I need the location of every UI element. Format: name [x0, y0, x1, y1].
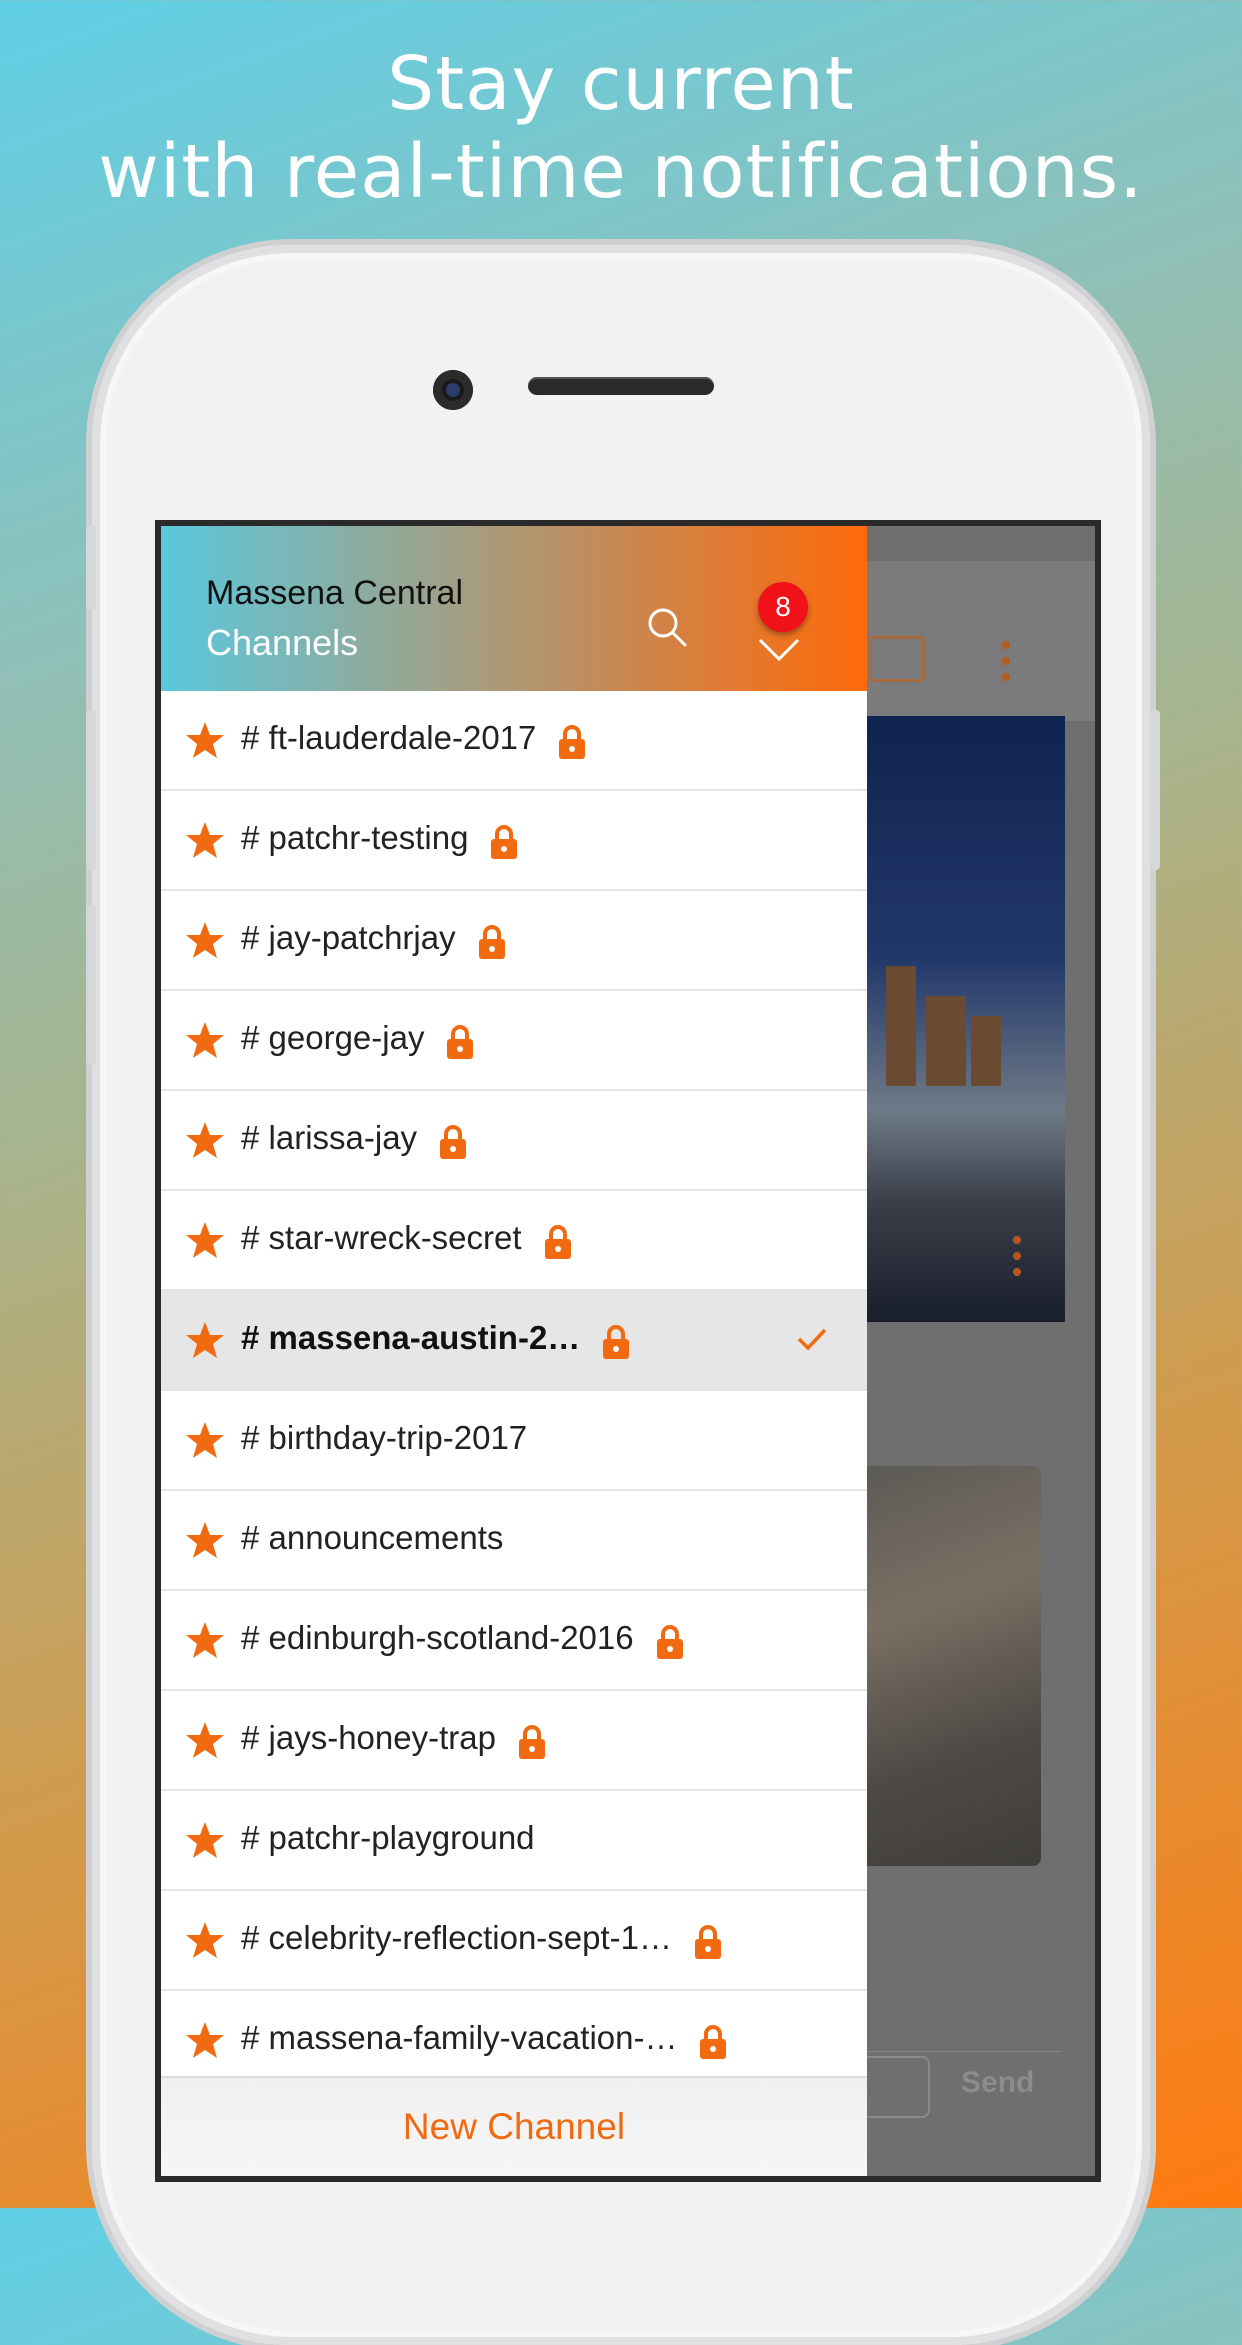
volume-up-button — [86, 710, 96, 870]
mute-switch — [86, 525, 96, 610]
channel-row[interactable]: # star-wreck-secret — [161, 1191, 867, 1291]
star-icon[interactable] — [185, 1420, 225, 1460]
channel-name: # patchr-testing — [241, 819, 469, 856]
photo-options-icon — [1013, 1236, 1021, 1284]
channel-list: # ft-lauderdale-2017 # patchr-testing # ja… — [161, 691, 867, 2066]
channel-row[interactable]: # patchr-testing — [161, 791, 867, 891]
channel-row[interactable]: # celebrity-reflection-sept-1… — [161, 1891, 867, 1991]
chevron-down-icon[interactable] — [758, 638, 800, 662]
volume-down-button — [86, 905, 96, 1065]
lock-icon — [440, 1125, 467, 1159]
star-icon[interactable] — [185, 1520, 225, 1560]
lock-icon — [447, 1025, 474, 1059]
phone-screen: Send Massena Central Channels 8 # ft-lau… — [155, 520, 1101, 2182]
channel-name: # edinburgh-scotland-2016 — [241, 1619, 634, 1656]
star-icon[interactable] — [185, 1220, 225, 1260]
channel-row[interactable]: # birthday-trip-2017 — [161, 1391, 867, 1491]
earpiece-speaker — [528, 377, 714, 395]
star-icon[interactable] — [185, 720, 225, 760]
channel-name: # massena-austin-2… — [241, 1319, 581, 1356]
headline: Stay current with real-time notification… — [0, 40, 1242, 216]
background-photo-person — [861, 1466, 1041, 1866]
channel-name: # celebrity-reflection-sept-1… — [241, 1919, 672, 1956]
search-icon[interactable] — [646, 606, 688, 648]
headline-line-1: Stay current — [387, 41, 855, 127]
channel-name: # star-wreck-secret — [241, 1219, 522, 1256]
star-icon[interactable] — [185, 1320, 225, 1360]
lock-icon — [603, 1325, 630, 1359]
star-icon[interactable] — [185, 1620, 225, 1660]
front-camera — [433, 370, 473, 410]
channel-row[interactable]: # massena-family-vacation-… — [161, 1991, 867, 2066]
gallery-icon — [869, 636, 925, 682]
star-icon[interactable] — [185, 1820, 225, 1860]
star-icon[interactable] — [185, 820, 225, 860]
channel-row[interactable]: # larissa-jay — [161, 1091, 867, 1191]
channel-row[interactable]: # massena-austin-2… — [161, 1291, 867, 1391]
star-icon[interactable] — [185, 2020, 225, 2060]
channel-name: # birthday-trip-2017 — [241, 1419, 528, 1456]
background-photo-city — [861, 716, 1065, 1322]
star-icon[interactable] — [185, 1020, 225, 1060]
lock-icon — [559, 725, 586, 759]
lock-icon — [694, 1925, 721, 1959]
star-icon[interactable] — [185, 1720, 225, 1760]
lock-icon — [544, 1225, 571, 1259]
notification-badge: 8 — [758, 582, 808, 632]
channel-name: # jays-honey-trap — [241, 1719, 496, 1756]
lock-icon — [491, 825, 518, 859]
channel-name: # george-jay — [241, 1019, 425, 1056]
more-options-icon — [1002, 641, 1010, 689]
star-icon[interactable] — [185, 1920, 225, 1960]
channel-name: # announcements — [241, 1519, 504, 1556]
channel-row[interactable]: # announcements — [161, 1491, 867, 1591]
channel-row[interactable]: # jay-patchrjay — [161, 891, 867, 991]
channel-row[interactable]: # patchr-playground — [161, 1791, 867, 1891]
team-name[interactable]: Massena Central — [206, 574, 463, 613]
drawer-header: Massena Central Channels 8 — [161, 526, 867, 691]
lock-icon — [478, 925, 505, 959]
channel-name: # patchr-playground — [241, 1819, 535, 1856]
headline-line-2: with real-time notifications. — [98, 129, 1144, 215]
channel-name: # ft-lauderdale-2017 — [241, 719, 537, 756]
power-button — [1150, 710, 1160, 870]
section-title: Channels — [206, 622, 359, 663]
channel-drawer: Massena Central Channels 8 # ft-lauderda… — [161, 526, 867, 2176]
channel-name: # jay-patchrjay — [241, 919, 456, 956]
lock-icon — [656, 1625, 683, 1659]
channel-row[interactable]: # george-jay — [161, 991, 867, 1091]
channel-row[interactable]: # jays-honey-trap — [161, 1691, 867, 1791]
channel-name: # massena-family-vacation-… — [241, 2019, 678, 2056]
checkmark-icon — [797, 1328, 827, 1351]
lock-icon — [518, 1725, 545, 1759]
channel-name: # larissa-jay — [241, 1119, 418, 1156]
channel-row[interactable]: # ft-lauderdale-2017 — [161, 691, 867, 791]
lock-icon — [700, 2025, 727, 2059]
channel-row[interactable]: # edinburgh-scotland-2016 — [161, 1591, 867, 1691]
star-icon[interactable] — [185, 1120, 225, 1160]
new-channel-button[interactable]: New Channel — [161, 2076, 867, 2176]
star-icon[interactable] — [185, 920, 225, 960]
background-send-button: Send — [961, 2066, 1035, 2099]
